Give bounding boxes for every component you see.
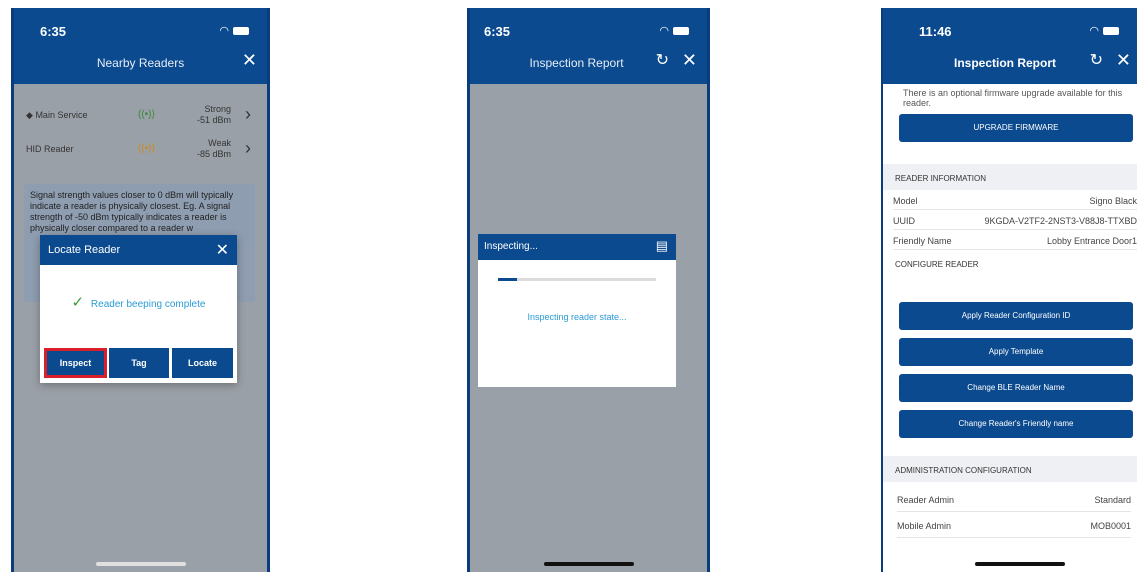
firmware-note: There is an optional firmware upgrade av… <box>903 88 1123 108</box>
reader-name: ◆ Main Service <box>26 110 88 120</box>
admin-label: Mobile Admin <box>897 521 952 531</box>
refresh-icon[interactable]: ↻ <box>1090 50 1103 70</box>
status-time: 11:46 <box>919 24 952 39</box>
inspect-status: Inspecting reader state... <box>527 312 627 322</box>
nav-bar: 6:35 ◠ Nearby Readers ✕ <box>14 8 267 84</box>
info-label: Friendly Name <box>893 236 952 246</box>
chevron-right-icon: › <box>245 104 251 124</box>
signal-strength: Strong -51 dBm <box>196 104 231 125</box>
signal-weak-icon: ((•)) <box>138 143 155 154</box>
dialog-message: ✓ Reader beeping complete <box>71 294 206 311</box>
close-icon[interactable]: ✕ <box>1116 50 1131 71</box>
dialog-header: Locate Reader ✕ <box>40 235 237 265</box>
close-icon[interactable]: ✕ <box>242 50 257 71</box>
wifi-icon: ◠ <box>659 25 669 37</box>
status-icons: ◠ <box>659 24 689 37</box>
dialog-title: Locate Reader <box>48 244 121 256</box>
change-friendly-name-button[interactable]: Change Reader's Friendly name <box>899 410 1133 438</box>
progress-bar <box>498 278 656 281</box>
home-indicator <box>543 562 634 566</box>
checkmark-icon: ✓ <box>71 294 85 311</box>
change-ble-name-button[interactable]: Change BLE Reader Name <box>899 374 1133 402</box>
admin-value: MOB0001 <box>1090 521 1131 531</box>
admin-row: Mobile Admin MOB0001 <box>897 514 1131 538</box>
page-title: Inspection Report <box>529 56 624 70</box>
status-time: 6:35 <box>484 24 511 39</box>
wifi-icon: ◠ <box>219 25 229 37</box>
section-header-reader-info: READER INFORMATION <box>883 164 1137 190</box>
dialog-header: Inspecting... ▤ <box>478 234 676 260</box>
phone-screen-nearby-readers: 6:35 ◠ Nearby Readers ✕ ◆ Main Service (… <box>11 8 270 572</box>
admin-value: Standard <box>1094 495 1131 505</box>
info-value: Signo Black <box>1089 196 1137 206</box>
home-indicator <box>975 562 1066 566</box>
info-value: 9KGDA-V2TF2-2NST3-V88J8-TTXBD <box>984 216 1137 226</box>
battery-icon <box>1103 26 1119 35</box>
section-header-admin: ADMINISTRATION CONFIGURATION <box>883 456 1137 482</box>
nav-bar: 11:46 ◠ Inspection Report ↻ ✕ <box>883 8 1137 84</box>
inspecting-dialog: Inspecting... ▤ Inspecting reader state.… <box>478 234 676 387</box>
report-body: There is an optional firmware upgrade av… <box>883 84 1137 572</box>
info-label: Model <box>893 196 918 206</box>
wifi-icon: ◠ <box>1089 25 1099 37</box>
battery-icon <box>673 26 689 35</box>
refresh-icon[interactable]: ↻ <box>656 50 669 70</box>
dialog-title: Inspecting... <box>484 241 538 252</box>
close-icon[interactable]: ✕ <box>682 50 697 71</box>
info-row: Friendly Name Lobby Entrance Door1 <box>893 230 1137 250</box>
info-row: UUID 9KGDA-V2TF2-2NST3-V88J8-TTXBD <box>893 210 1137 230</box>
chevron-right-icon: › <box>245 138 251 158</box>
signal-strong-icon: ((•)) <box>138 109 155 120</box>
phone-screen-inspecting: 6:35 ◠ Inspection Report ↻ ✕ Inspecting.… <box>467 8 710 572</box>
tag-icon: ◆ <box>26 110 33 120</box>
info-value: Lobby Entrance Door1 <box>1046 236 1137 246</box>
locate-button[interactable]: Locate <box>172 348 233 378</box>
nav-bar: 6:35 ◠ Inspection Report ↻ ✕ <box>470 8 707 84</box>
reader-name: HID Reader <box>26 144 74 154</box>
admin-row: Reader Admin Standard <box>897 488 1131 512</box>
status-time: 6:35 <box>40 24 67 39</box>
locate-reader-dialog: Locate Reader ✕ ✓ Reader beeping complet… <box>40 235 237 383</box>
upgrade-firmware-button[interactable]: UPGRADE FIRMWARE <box>899 114 1133 142</box>
battery-icon <box>233 26 249 35</box>
page-title: Nearby Readers <box>96 56 185 70</box>
reader-row[interactable]: HID Reader ((•)) Weak -85 dBm › <box>26 134 257 168</box>
info-row: Model Signo Black <box>893 190 1137 210</box>
document-icon: ▤ <box>655 238 668 253</box>
signal-strength: Weak -85 dBm <box>196 138 231 159</box>
apply-template-button[interactable]: Apply Template <box>899 338 1133 366</box>
admin-label: Reader Admin <box>897 495 955 505</box>
phone-screen-inspection-report: 11:46 ◠ Inspection Report ↻ ✕ There is a… <box>881 8 1137 572</box>
home-indicator <box>95 562 186 566</box>
status-icons: ◠ <box>219 24 249 37</box>
apply-config-id-button[interactable]: Apply Reader Configuration ID <box>899 302 1133 330</box>
close-icon[interactable]: ✕ <box>216 240 229 260</box>
tag-button[interactable]: Tag <box>109 348 169 378</box>
progress-fill <box>498 278 517 281</box>
info-label: UUID <box>893 216 915 226</box>
status-icons: ◠ <box>1089 24 1119 37</box>
reader-row[interactable]: ◆ Main Service ((•)) Strong -51 dBm › <box>26 100 257 134</box>
inspect-button[interactable]: Inspect <box>44 348 107 378</box>
section-header-configure: CONFIGURE READER <box>883 250 1137 276</box>
